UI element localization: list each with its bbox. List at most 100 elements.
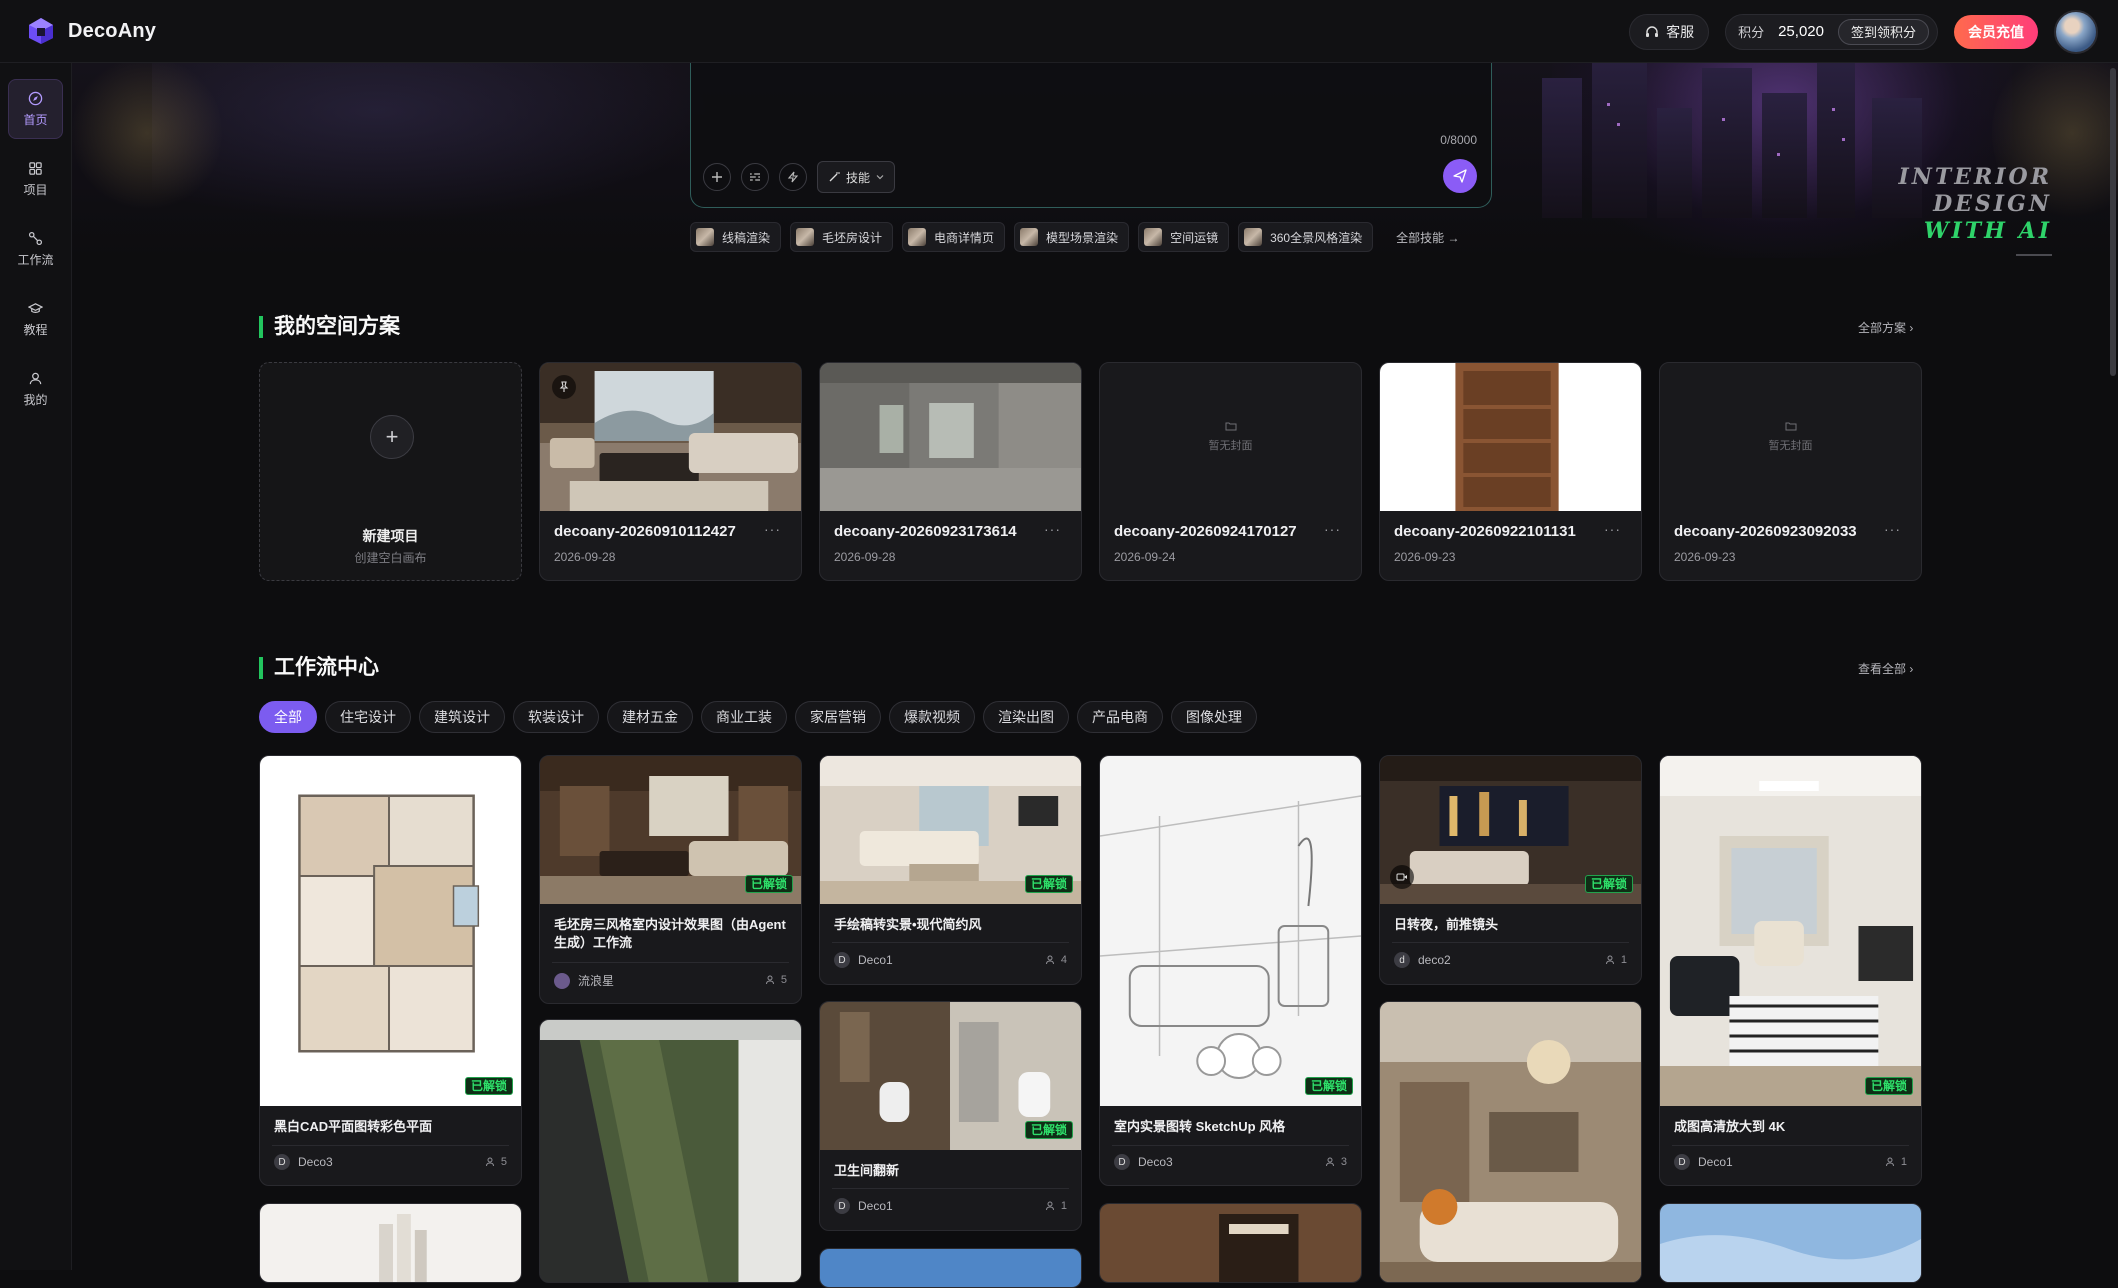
author-name: deco2	[1418, 953, 1451, 967]
filter-chip[interactable]: 图像处理	[1171, 701, 1257, 733]
skill-label: 电商详情页	[934, 230, 995, 245]
workflow-card[interactable]: 已解锁 手绘稿转实景•现代简约风 D Deco1 4	[819, 755, 1082, 985]
filter-chip[interactable]: 建筑设计	[419, 701, 505, 733]
workflow-author[interactable]: D Deco3	[1114, 1154, 1173, 1170]
lightning-button[interactable]	[779, 163, 807, 191]
filter-chip[interactable]: 家居营销	[795, 701, 881, 733]
workflow-cover	[820, 1249, 1081, 1287]
workflow-card[interactable]	[259, 1203, 522, 1283]
pin-icon[interactable]	[552, 375, 576, 399]
project-name: decoany-20260910112427	[554, 523, 736, 540]
skill-dropdown[interactable]: 技能	[817, 161, 896, 193]
city-building	[1762, 93, 1807, 218]
filter-chip[interactable]: 住宅设计	[325, 701, 411, 733]
sidebar-item-projects[interactable]: 项目	[8, 149, 63, 209]
sidebar-item-mine[interactable]: 我的	[8, 359, 63, 419]
all-skills-link[interactable]: 全部技能 →	[1396, 229, 1459, 246]
unlocked-badge: 已解锁	[1584, 875, 1633, 893]
sidebar-item-label: 教程	[23, 322, 48, 337]
filter-chip[interactable]: 渲染出图	[983, 701, 1069, 733]
workflow-card[interactable]	[539, 1019, 802, 1283]
more-icon[interactable]: ···	[1324, 521, 1341, 537]
city-light	[1777, 153, 1780, 156]
skill-chip[interactable]: 线稿渲染	[690, 222, 782, 252]
usage-count: 4	[1045, 954, 1067, 966]
workflow-card[interactable]	[819, 1248, 1082, 1288]
workflow-card[interactable]: 已解锁 黑白CAD平面图转彩色平面 D Deco3 5	[259, 755, 522, 1186]
new-project-subtitle: 创建空白画布	[354, 551, 427, 565]
workflow-author[interactable]: D Deco1	[834, 1198, 893, 1214]
skill-thumbnail	[696, 228, 714, 246]
prompt-box[interactable]: 0/8000 技能	[690, 63, 1492, 208]
skill-chip[interactable]: 空间运镜	[1138, 222, 1230, 252]
usage-count: 3	[1325, 1156, 1347, 1168]
project-card[interactable]: 暂无封面 decoany-20260923092033 ··· 2026-09-…	[1659, 362, 1922, 581]
skill-chip[interactable]: 模型场景渲染	[1014, 222, 1130, 252]
filter-chip[interactable]: 全部	[259, 701, 317, 733]
workflow-card[interactable]: 已解锁 毛坯房三风格室内设计效果图（由Agent 生成）工作流 流浪星 5	[539, 755, 802, 1004]
filter-chip[interactable]: 商业工装	[701, 701, 787, 733]
users-icon	[485, 1157, 494, 1167]
workflow-card[interactable]: 已解锁 成图高清放大到 4K D Deco1 1	[1659, 755, 1922, 1186]
filter-chip[interactable]: 建材五金	[607, 701, 693, 733]
skill-thumbnail	[796, 228, 815, 246]
more-icon[interactable]: ···	[1044, 521, 1061, 537]
send-button[interactable]	[1443, 159, 1477, 193]
skill-chip[interactable]: 毛坯房设计	[790, 222, 894, 252]
logo[interactable]: DecoAny	[26, 16, 156, 46]
filter-chip[interactable]: 爆款视频	[889, 701, 975, 733]
more-icon[interactable]: ···	[1884, 521, 1901, 537]
view-all-label: 查看全部	[1858, 662, 1907, 676]
new-project-card[interactable]: + 新建项目 创建空白画布	[259, 362, 522, 581]
workflow-card[interactable]	[1379, 1001, 1642, 1283]
settings-button[interactable]	[741, 163, 769, 191]
sidebar-item-workflow[interactable]: 工作流	[8, 219, 63, 279]
city-light	[1607, 103, 1610, 106]
project-card[interactable]: decoany-20260923173614 ··· 2026-09-28	[819, 362, 1082, 581]
workflow-title: 毛坯房三风格室内设计效果图（由Agent 生成）工作流	[554, 917, 786, 950]
workflow-author[interactable]: D Deco3	[274, 1154, 333, 1170]
usage-count: 1	[1605, 954, 1627, 966]
sliders-icon	[750, 172, 760, 182]
flow-icon	[28, 231, 43, 245]
workflow-card[interactable]	[1659, 1203, 1922, 1283]
skill-chip[interactable]: 360全景风格渲染	[1238, 222, 1374, 252]
workflow-author[interactable]: D Deco1	[1674, 1154, 1733, 1170]
workflow-card[interactable]: 已解锁 室内实景图转 SketchUp 风格 D Deco3 3	[1099, 755, 1362, 1186]
more-icon[interactable]: ···	[1604, 521, 1621, 537]
all-projects-link[interactable]: 全部方案 ›	[1858, 319, 1913, 336]
author-name: Deco1	[1698, 1155, 1733, 1169]
skill-chip[interactable]: 电商详情页	[902, 222, 1006, 252]
workflow-card[interactable]: 已解锁 日转夜，前推镜头 d deco2 1	[1379, 755, 1642, 985]
more-icon[interactable]: ···	[764, 521, 781, 537]
sidebar-item-home[interactable]: 首页	[8, 79, 63, 139]
sidebar-item-label: 我的	[23, 392, 48, 407]
view-all-workflows-link[interactable]: 查看全部 ›	[1858, 660, 1913, 677]
workflow-author[interactable]: 流浪星	[554, 972, 614, 989]
page-scrollbar[interactable]	[2110, 68, 2116, 376]
filter-chip[interactable]: 软装设计	[513, 701, 599, 733]
user-avatar[interactable]	[2054, 9, 2098, 54]
vip-recharge-button[interactable]: 会员充值	[1954, 14, 2038, 49]
unlocked-badge: 已解锁	[1024, 875, 1073, 893]
points-label: 积分	[1738, 25, 1765, 40]
sidebar-item-tutorial[interactable]: 教程	[8, 289, 63, 349]
project-card[interactable]: decoany-20260922101131 ··· 2026-09-23	[1379, 362, 1642, 581]
workflow-author[interactable]: d deco2	[1394, 952, 1451, 968]
users-icon	[765, 975, 774, 985]
workflow-card[interactable]: 已解锁 卫生间翻新 D Deco1 1	[819, 1001, 1082, 1231]
sidebar: 首页 项目 工作流 教程 我的	[0, 63, 72, 1270]
filter-chip[interactable]: 产品电商	[1077, 701, 1163, 733]
add-button[interactable]	[703, 163, 731, 191]
workflow-author[interactable]: D Deco1	[834, 952, 893, 968]
workflow-card[interactable]	[1099, 1203, 1362, 1283]
customer-service-button[interactable]: 客服	[1629, 13, 1710, 50]
sign-in-button[interactable]: 签到领积分	[1837, 18, 1929, 45]
workflow-cover	[1100, 1204, 1361, 1282]
headset-icon	[1646, 25, 1659, 37]
project-card[interactable]: 暂无封面 decoany-20260924170127 ··· 2026-09-…	[1099, 362, 1362, 581]
project-card[interactable]: decoany-20260910112427 ··· 2026-09-28	[539, 362, 802, 581]
sidebar-item-label: 项目	[23, 182, 48, 197]
skill-label: 模型场景渲染	[1046, 230, 1119, 245]
points-value: 25,020	[1778, 23, 1824, 40]
